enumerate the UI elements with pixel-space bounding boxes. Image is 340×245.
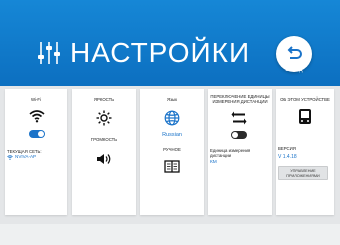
manage-apps-button[interactable]: УПРАВЛЕНИЕ ПРИЛОЖЕНИЯМИ: [278, 166, 328, 180]
volume-title: ГРОМКОСТЬ: [90, 137, 118, 142]
manual-title: РУЧНОЕ: [163, 147, 181, 152]
back-arrow-icon: [287, 46, 302, 59]
wifi-title: Wi-Fi: [30, 97, 42, 102]
distance-unit-toggle[interactable]: [231, 131, 247, 139]
language-card: [140, 89, 204, 215]
page-title: НАСТРОЙКИ: [70, 37, 251, 68]
language-title: Язык: [166, 97, 178, 102]
version-value: V 1.4.18: [278, 154, 297, 160]
bottom-strip: [0, 224, 340, 245]
version-label: ВЕРСИЯ: [278, 146, 296, 151]
network-name: NVIVA-AP: [15, 154, 37, 159]
brightness-title: ЯРКОСТЬ: [93, 97, 115, 102]
distance-title: ПЕРЕКЛЮЧЕНИЕ ЕДИНИЦЫ ИЗМЕРЕНИЯ ДИСТАНЦИИ: [210, 94, 270, 104]
wifi-icon: [29, 110, 45, 123]
device-title: ОБ ЭТОМ УСТРОЙСТВЕ: [280, 97, 330, 102]
globe-icon[interactable]: [164, 110, 180, 126]
header-bar: НАСТРОЙКИ выход: [0, 0, 340, 86]
language-value[interactable]: Russian: [140, 132, 204, 138]
speaker-icon[interactable]: [96, 153, 112, 165]
book-icon[interactable]: [164, 160, 180, 173]
distance-unit-label: Единица измерения дистанции: [210, 148, 251, 158]
sun-icon[interactable]: [96, 110, 112, 126]
back-label: выход: [285, 67, 303, 73]
swap-arrows-icon: [231, 111, 247, 125]
wifi-small-icon: [7, 155, 13, 160]
device-icon: [299, 109, 311, 124]
distance-unit-value: КМ: [210, 160, 217, 165]
sliders-icon: [38, 42, 60, 64]
wifi-toggle[interactable]: [29, 130, 45, 138]
brightness-card: [72, 89, 136, 215]
